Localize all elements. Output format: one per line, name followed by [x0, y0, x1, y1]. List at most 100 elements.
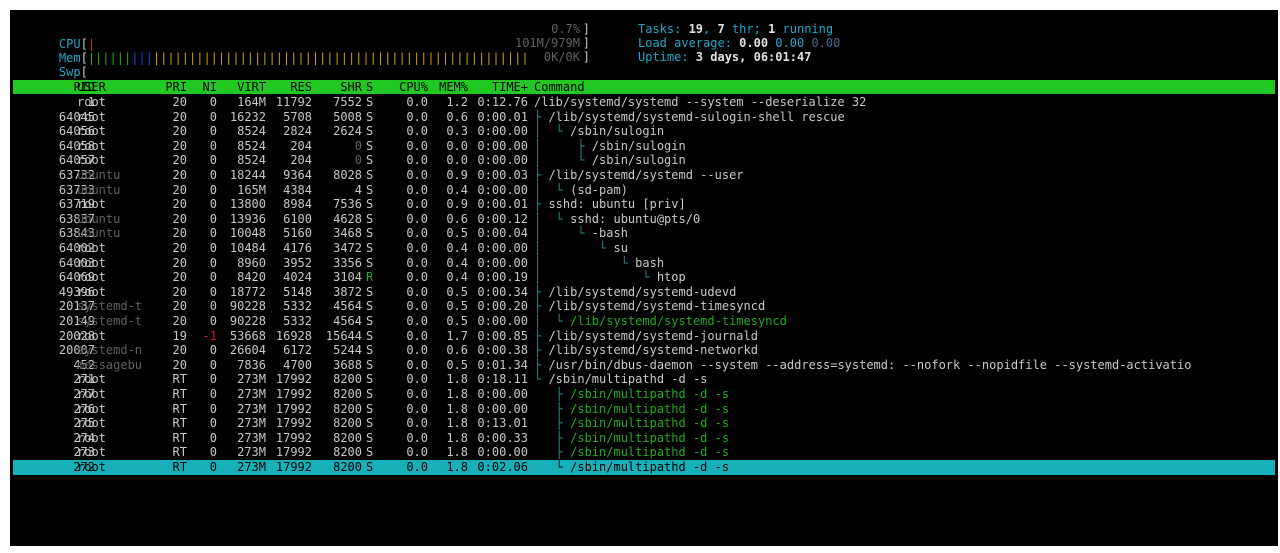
process-row[interactable]: 274 root RT 0 273M 17992 8200 S 0.0 1.8 0:00.33 ├ … — [13, 431, 1275, 446]
process-row[interactable]: 63733 ubuntu 20 0 165M 4384 4 S 0.0 0.4 0:00.00 │ └… — [13, 183, 1275, 198]
process-row[interactable]: 63843 ubuntu 20 0 10048 5160 3468 S 0.0 0.5 0:00.0… — [13, 226, 1275, 241]
column-header-command[interactable]: Command — [534, 80, 585, 95]
process-row[interactable]: 64045 root 20 0 16232 5708 5008 S 0.0 0.6 0:00.01 ├… — [13, 110, 1275, 125]
process-row[interactable]: 64069 root 20 0 8420 4024 3104 R 0.0 0.4 0:00.19 │ … — [13, 270, 1275, 285]
process-priority: 20 — [172, 314, 187, 328]
process-row[interactable]: 64003 root 20 0 8960 3952 3356 S 0.0 0.4 0:00.00 │ … — [13, 256, 1275, 271]
process-user: root — [77, 109, 106, 124]
process-virt: 8960 — [237, 255, 266, 270]
process-shr: 3472 — [333, 241, 362, 255]
process-cpu-percent: 0.0 — [406, 430, 428, 445]
tree-branch: ├ — [534, 357, 549, 372]
process-row[interactable]: 277 root RT 0 273M 17992 8200 S 0.0 1.8 0:00.00 ├ … — [13, 387, 1275, 402]
process-time: 0:00.00 — [477, 138, 528, 153]
process-nice: 0 — [209, 182, 217, 197]
process-row[interactable]: 452 messagebu 20 0 7836 4700 3688 S 0.0 0.5 0:01.3… — [13, 358, 1275, 373]
process-command: │ └ /sbin/sulogin — [534, 124, 664, 139]
column-header-state[interactable]: S — [366, 80, 378, 95]
process-shr: 4564 — [333, 314, 362, 328]
process-row[interactable]: 64057 root 20 0 8524 204 0 S 0.0 0.0 0:00.00 │ └ /s… — [13, 153, 1275, 168]
process-user: messagebu — [77, 357, 143, 372]
process-row[interactable]: 271 root RT 0 273M 17992 8200 S 0.0 1.8 0:18.11 └ /… — [13, 372, 1275, 387]
process-cpu-percent: 0.0 — [406, 138, 428, 153]
column-header-user[interactable]: USER — [77, 80, 163, 95]
process-priority: 20 — [172, 182, 187, 197]
column-header-cpu[interactable]: CPU% — [380, 80, 428, 95]
process-row[interactable]: 64002 root 20 0 10484 4176 3472 S 0.0 0.4 0:00.00 │… — [13, 241, 1275, 256]
process-row[interactable]: 63837 ubuntu 20 0 13936 6100 4628 S 0.0 0.6 0:00.1… — [13, 212, 1275, 227]
process-cpu-percent: 0.0 — [406, 270, 428, 285]
process-row[interactable]: 272 root RT 0 273M 17992 8200 S 0.0 1.8 0:02.06 └ … — [13, 460, 1275, 475]
process-virt: 273M — [237, 372, 266, 387]
process-shr: 0 — [354, 153, 362, 168]
process-command-text: /sbin/sulogin — [570, 124, 665, 139]
column-header-res[interactable]: RES — [268, 80, 312, 95]
process-row[interactable]: 276 root RT 0 273M 17992 8200 S 0.0 1.8 0:00.00 ├ … — [13, 402, 1275, 417]
process-state: S — [366, 328, 374, 343]
process-mem-percent: 1.8 — [446, 387, 468, 401]
process-row[interactable]: 20137 systemd-t 20 0 90228 5332 4564 S 0.0 0.5 0:0… — [13, 299, 1275, 314]
process-mem-percent: 0.5 — [446, 299, 468, 314]
process-row[interactable]: 273 root RT 0 273M 17992 8200 S 0.0 1.8 0:00.00 ├ … — [13, 445, 1275, 460]
process-command-text: sshd: ubuntu@pts/0 — [570, 211, 701, 226]
process-state: S — [366, 95, 374, 109]
process-res: 5160 — [283, 226, 312, 241]
load-average: Load average: 0.00 0.00 0.00 — [638, 36, 841, 50]
process-shr: 8200 — [333, 372, 362, 387]
process-virt: 8524 — [237, 153, 266, 168]
column-header-time[interactable]: TIME+ — [470, 80, 528, 95]
process-priority: 20 — [172, 168, 187, 182]
column-header-shr[interactable]: SHR — [313, 80, 362, 95]
process-command-text: /sbin/multipathd -d -s — [570, 401, 730, 416]
process-priority: 20 — [172, 299, 187, 314]
process-nice: 0 — [209, 416, 217, 431]
column-header-mem[interactable]: MEM% — [428, 80, 468, 95]
process-row[interactable]: 63732 ubuntu 20 0 18244 9364 8028 S 0.0 0.9 0:00.0… — [13, 168, 1275, 183]
process-state: S — [366, 387, 374, 401]
cpu-meter-value: 0.7% — [551, 22, 580, 36]
process-priority: RT — [172, 401, 187, 416]
process-row[interactable]: 20028 root 19 -1 53668 16928 15644 S 0.0 1.7 0:00.… — [13, 329, 1275, 344]
process-row[interactable]: 64056 root 20 0 8524 2824 2624 S 0.0 0.3 0:00.00 │ … — [13, 124, 1275, 139]
process-priority: 20 — [172, 197, 187, 212]
tree-branch: ├ — [534, 109, 549, 124]
column-header-ni[interactable]: NI — [191, 80, 217, 95]
process-cpu-percent: 0.0 — [406, 168, 428, 182]
process-nice: 0 — [209, 211, 217, 226]
process-user: ubuntu — [77, 226, 121, 241]
process-virt: 8524 — [237, 124, 266, 139]
process-row[interactable]: 20007 systemd-n 20 0 26604 6172 5244 S 0.0 0.6 0:0… — [13, 343, 1275, 358]
process-cpu-percent: 0.0 — [406, 387, 428, 401]
process-row[interactable]: 64058 root 20 0 8524 204 0 S 0.0 0.0 0:00.00 │ ├ /s… — [13, 139, 1275, 154]
process-shr: 8200 — [333, 445, 362, 460]
tree-branch: ├ — [534, 343, 549, 358]
process-row[interactable]: 63719 root 20 0 13800 8984 7536 S 0.0 0.9 0:00.01 ├… — [13, 197, 1275, 212]
process-shr: 4 — [354, 182, 362, 197]
process-time: 0:00.04 — [477, 226, 528, 241]
column-header-virt[interactable]: VIRT — [218, 80, 266, 95]
process-shr: 15644 — [325, 328, 362, 343]
htop-terminal[interactable]: CPU[| 0.7% ] Mem[|||||||||||||||||||||||… — [10, 10, 1278, 546]
process-cpu-percent: 0.0 — [406, 109, 428, 124]
tree-branch: └ — [534, 460, 571, 474]
process-row[interactable]: 20149 systemd-t 20 0 90228 5332 4564 S 0.0 0.5 0:0… — [13, 314, 1275, 329]
process-shr: 8200 — [333, 387, 362, 401]
process-row[interactable]: 1 root 20 0 164M 11792 7552 S 0.0 1.2 0:12.76/lib/… — [13, 95, 1275, 110]
process-mem-percent: 0.5 — [446, 314, 468, 328]
process-priority: 20 — [172, 241, 187, 255]
process-row[interactable]: 275 root RT 0 273M 17992 8200 S 0.0 1.8 0:13.01 ├ … — [13, 416, 1275, 431]
process-res: 4024 — [283, 270, 312, 285]
process-priority: 20 — [172, 284, 187, 299]
process-cpu-percent: 0.0 — [406, 153, 428, 168]
process-mem-percent: 1.8 — [446, 445, 468, 460]
process-row[interactable]: 49396 root 20 0 18772 5148 3872 S 0.0 0.5 0:00.34 ├… — [13, 285, 1275, 300]
process-cpu-percent: 0.0 — [406, 357, 428, 372]
tree-branch: ├ — [534, 401, 571, 416]
column-header-pri[interactable]: PRI — [153, 80, 187, 95]
tree-branch: │ └ — [534, 270, 657, 285]
process-nice: 0 — [209, 343, 217, 358]
process-state: S — [366, 182, 374, 197]
process-command: │ ├ /sbin/sulogin — [534, 139, 686, 154]
process-virt: 8420 — [237, 270, 266, 285]
process-priority: 19 — [172, 328, 187, 343]
